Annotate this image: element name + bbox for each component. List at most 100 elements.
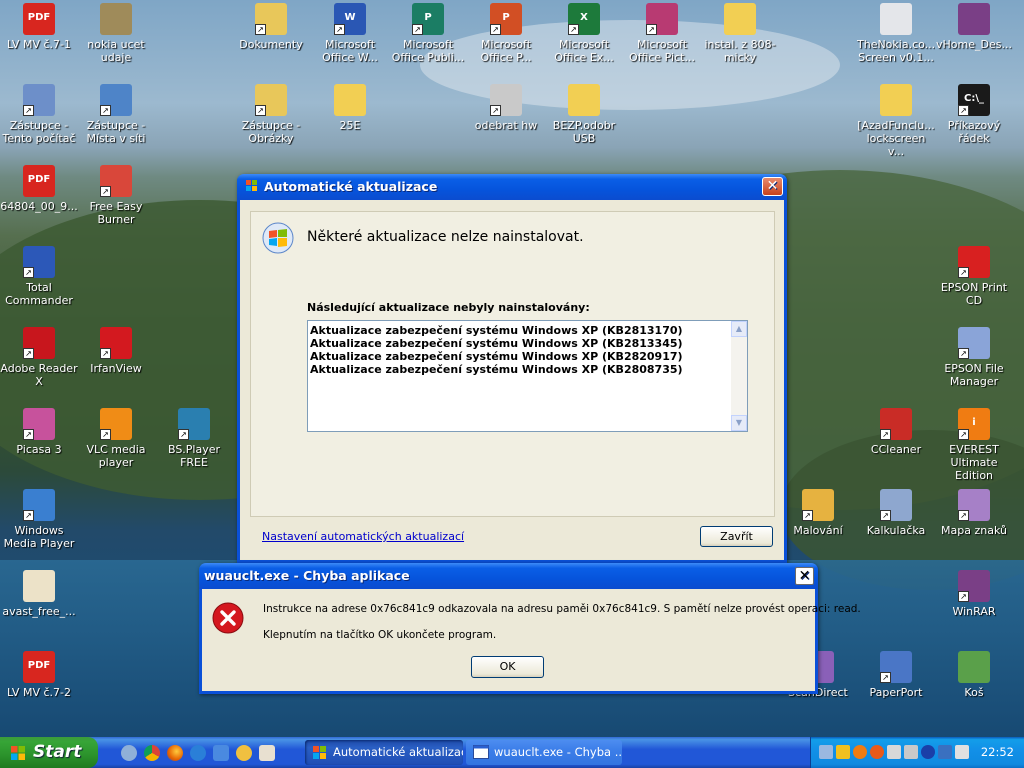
shortcut-arrow-icon: ↗ <box>568 24 579 35</box>
close-icon: ✕ <box>766 178 779 194</box>
display-icon[interactable] <box>938 745 952 759</box>
list-scrollbar[interactable]: ▲ ▼ <box>731 321 747 431</box>
failed-update-item[interactable]: Aktualizace zabezpečení systému Windows … <box>308 324 747 337</box>
desktop-icon-label: odebrat hw <box>474 119 538 132</box>
desktop-icon-total-commander[interactable]: ↗ Total Commander <box>0 246 78 307</box>
quicklaunch-home-icon[interactable] <box>259 745 275 761</box>
desktop-icon-mapa-znaku[interactable]: ↗ Mapa znaků <box>935 489 1013 537</box>
quicklaunch-irc-icon[interactable] <box>121 745 137 761</box>
failed-update-item[interactable]: Aktualizace zabezpečení systému Windows … <box>308 337 747 350</box>
clock: 22:52 <box>980 745 1014 759</box>
shortcut-arrow-icon: ↗ <box>958 105 969 116</box>
desktop-icon-avast-free[interactable]: avast_free_... <box>0 570 78 618</box>
desktop-icon-odebrat-hw[interactable]: ↗ odebrat hw <box>467 84 545 132</box>
shortcut-arrow-icon: ↗ <box>490 24 501 35</box>
failed-updates-list[interactable]: Aktualizace zabezpečení systému Windows … <box>307 320 748 432</box>
error-window-close-button[interactable]: ✕ <box>795 567 814 585</box>
desktop-icon-kos[interactable]: Koš <box>935 651 1013 699</box>
desktop-icon-adobe-reader[interactable]: ↗ Adobe Reader X <box>0 327 78 388</box>
money-icon[interactable] <box>887 745 901 759</box>
office-word-icon: W ↗ <box>334 3 366 35</box>
desktop-icon-office-excel[interactable]: X ↗ Microsoft Office Ex... <box>545 3 623 64</box>
desktop-icon-ccleaner[interactable]: ↗ CCleaner <box>857 408 935 456</box>
task-wuauclt-error[interactable]: wuauclt.exe - Chyba ... <box>466 740 622 765</box>
quicklaunch-update-icon[interactable] <box>213 745 229 761</box>
quicklaunch-media-icon[interactable] <box>236 745 252 761</box>
desktop-icon-epson-file-manager[interactable]: ↗ EPSON File Manager <box>935 327 1013 388</box>
bluetooth-icon[interactable] <box>921 745 935 759</box>
desktop-icon-label: EPSON File Manager <box>944 362 1004 388</box>
desktop-icon-instal-folder[interactable]: instal. z 808-micky <box>701 3 779 64</box>
auto-update-settings-link[interactable]: Nastavení automatických aktualizací <box>262 530 464 543</box>
desktop-icon-free-easy-burner[interactable]: ↗ Free Easy Burner <box>77 165 155 226</box>
shortcut-arrow-icon: ↗ <box>23 510 34 521</box>
desktop-icon-label: LV MV č.7-2 <box>7 686 71 699</box>
desktop-icon-windows-media-player[interactable]: ↗ Windows Media Player <box>0 489 78 550</box>
desktop-icon-label: Microsoft Office P... <box>480 38 532 64</box>
desktop-icon-everest[interactable]: i ↗ EVEREST Ultimate Edition <box>935 408 1013 482</box>
error-window-titlebar[interactable]: wuauclt.exe - Chyba aplikace ✕ <box>199 563 818 589</box>
desktop-icon-picasa[interactable]: ↗ Picasa 3 <box>0 408 78 456</box>
desktop-icon-epson-print-cd[interactable]: ↗ EPSON Print CD <box>935 246 1013 307</box>
desktop-icon-obrazky[interactable]: ↗ Zástupce - Obrázky <box>232 84 310 145</box>
failed-update-item[interactable]: Aktualizace zabezpečení systému Windows … <box>308 363 747 376</box>
desktop-icon-lv-mv-2[interactable]: PDF LV MV č.7-2 <box>0 651 78 699</box>
office-publisher-icon: P ↗ <box>412 3 444 35</box>
quicklaunch-ie-icon[interactable] <box>190 745 206 761</box>
task-automatic-updates[interactable]: Automatické aktualizace <box>305 740 463 765</box>
failed-update-item[interactable]: Aktualizace zabezpečení systému Windows … <box>308 350 747 363</box>
desktop-icon-paperport[interactable]: ↗ PaperPort <box>857 651 935 699</box>
desktop-icon-office-powerpoint[interactable]: P ↗ Microsoft Office P... <box>467 3 545 64</box>
desktop-icon-irfanview[interactable]: ↗ IrfanView <box>77 327 155 375</box>
scroll-down-button[interactable]: ▼ <box>731 415 747 431</box>
desktop-icon-vlc[interactable]: ↗ VLC media player <box>77 408 155 469</box>
desktop-icon-kalkulacka[interactable]: ↗ Kalkulačka <box>857 489 935 537</box>
speaker-icon[interactable] <box>955 745 969 759</box>
volume-icon[interactable] <box>904 745 918 759</box>
quicklaunch-firefox-icon[interactable] <box>167 745 183 761</box>
desktop: PDF LV MV č.7-1 nokia ucet udaje ↗ Dokumenty… <box>0 0 1024 737</box>
shield-icon[interactable] <box>836 745 850 759</box>
update-window-titlebar[interactable]: Automatické aktualizace ✕ <box>237 174 787 200</box>
desktop-icon-bsplayer[interactable]: ↗ BS.Player FREE <box>155 408 233 469</box>
desktop-icon-pdf-64804[interactable]: PDF 64804_00_9... <box>0 165 78 213</box>
update-heading: Některé aktualizace nelze nainstalovat. <box>307 229 584 245</box>
update-close-button[interactable]: Zavřít <box>700 526 773 547</box>
desktop-icon-label: LV MV č.7-1 <box>7 38 71 51</box>
desktop-icon-winrar[interactable]: ↗ WinRAR <box>935 570 1013 618</box>
desktop-icon-mista-v-siti[interactable]: ↗ Zástupce - Místa v síti <box>77 84 155 145</box>
antivirus-icon[interactable] <box>870 745 884 759</box>
desktop-icon-prikazovy-radek[interactable]: C:\_ ↗ Příkazový řádek <box>935 84 1013 145</box>
desktop-icon-label: Adobe Reader X <box>0 362 78 388</box>
desktop-icon-dokumenty[interactable]: ↗ Dokumenty <box>232 3 310 51</box>
desktop-icon-tento-pocitac[interactable]: ↗ Zástupce - Tento počítač <box>0 84 78 145</box>
desktop-icon-malovani[interactable]: ↗ Malování <box>779 489 857 537</box>
quicklaunch-chrome-icon[interactable] <box>144 745 160 761</box>
alert-icon[interactable] <box>853 745 867 759</box>
start-button[interactable]: Start <box>0 737 98 768</box>
desktop-icon-label: Koš <box>964 686 984 699</box>
desktop-icon-vhome[interactable]: vHome_Des... <box>935 3 1013 51</box>
shortcut-arrow-icon: ↗ <box>880 672 891 683</box>
update-window-close-button[interactable]: ✕ <box>762 177 783 196</box>
desktop-icon-office-picture[interactable]: ↗ Microsoft Office Pict... <box>623 3 701 64</box>
paperport-icon: ↗ <box>880 651 912 683</box>
kalkulacka-icon: ↗ <box>880 489 912 521</box>
network-icon[interactable] <box>819 745 833 759</box>
desktop-icon-lv-mv-1[interactable]: PDF LV MV č.7-1 <box>0 3 78 51</box>
desktop-icon-office-word[interactable]: W ↗ Microsoft Office W... <box>311 3 389 64</box>
shortcut-arrow-icon: ↗ <box>958 510 969 521</box>
desktop-icon-label: Kalkulačka <box>866 524 926 537</box>
update-window-client: Některé aktualizace nelze nainstalovat. … <box>240 200 784 560</box>
desktop-icon-office-publisher[interactable]: P ↗ Microsoft Office Publi... <box>389 3 467 64</box>
ok-button[interactable]: OK <box>471 656 544 678</box>
desktop-icon-nokia-ucet[interactable]: nokia ucet udaje <box>77 3 155 64</box>
vlc-icon: ↗ <box>100 408 132 440</box>
desktop-icon-folder-25e[interactable]: 25E <box>311 84 389 132</box>
winrar-icon: ↗ <box>958 570 990 602</box>
desktop-icon-azad-lockscreen[interactable]: [AzadFunclu... lockscreen v... <box>857 84 935 158</box>
azad-lockscreen-icon <box>880 84 912 116</box>
desktop-icon-thenokia[interactable]: TheNokia.co... Screen v0.1... <box>857 3 935 64</box>
scroll-up-button[interactable]: ▲ <box>731 321 747 337</box>
desktop-icon-bezp-usb[interactable]: BEZP.odobr USB <box>545 84 623 145</box>
